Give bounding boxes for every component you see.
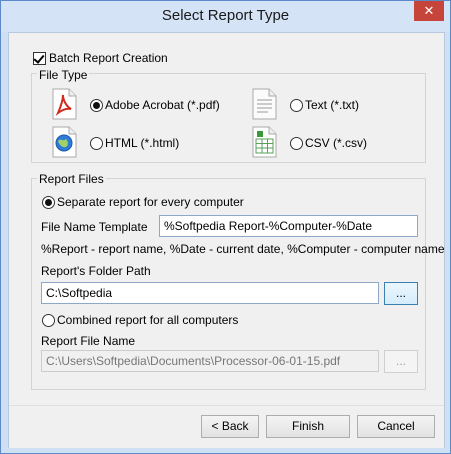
pdf-radio[interactable] xyxy=(90,99,103,112)
html-file-icon xyxy=(52,126,77,158)
radio-dot-icon xyxy=(45,199,52,206)
finish-button[interactable]: Finish xyxy=(266,415,350,438)
cancel-button[interactable]: Cancel xyxy=(357,415,435,438)
dialog-body: Batch Report Creation File Type Adobe Ac… xyxy=(8,32,445,448)
browse-folder-button[interactable]: ... xyxy=(384,282,418,305)
txt-label: Text (*.txt) xyxy=(305,98,360,112)
csv-radio[interactable] xyxy=(290,137,303,150)
radio-dot-icon xyxy=(93,102,100,109)
file-name-template-input[interactable]: %Softpedia Report-%Computer-%Date xyxy=(159,215,418,237)
back-button[interactable]: < Back xyxy=(201,415,259,438)
csv-file-icon xyxy=(252,126,277,158)
report-file-name-input[interactable]: C:\Users\Softpedia\Documents\Processor-0… xyxy=(41,350,379,372)
file-type-legend: File Type xyxy=(37,68,90,82)
dialog-window: Select Report Type ✕ Batch Report Creati… xyxy=(0,0,451,454)
title-bar: Select Report Type ✕ xyxy=(1,1,450,32)
html-radio[interactable] xyxy=(90,137,103,150)
combined-report-radio[interactable] xyxy=(42,314,55,327)
template-hint: %Report - report name, %Date - current d… xyxy=(41,242,445,256)
batch-checkbox[interactable] xyxy=(33,52,46,65)
close-button[interactable]: ✕ xyxy=(414,1,444,21)
browse-file-button[interactable]: ... xyxy=(384,350,418,373)
combined-report-label: Combined report for all computers xyxy=(57,313,239,327)
pdf-file-icon xyxy=(52,88,77,120)
file-name-template-label: File Name Template xyxy=(41,220,148,234)
batch-label: Batch Report Creation xyxy=(49,51,168,65)
folder-path-input[interactable]: C:\Softpedia xyxy=(41,282,379,304)
button-bar: < Back Finish Cancel xyxy=(9,405,444,448)
folder-path-label: Report's Folder Path xyxy=(41,264,151,278)
txt-radio[interactable] xyxy=(290,99,303,112)
check-mark-icon xyxy=(33,52,45,64)
window-title: Select Report Type xyxy=(161,7,290,24)
report-files-legend: Report Files xyxy=(37,172,106,186)
html-label: HTML (*.html) xyxy=(105,136,180,150)
csv-label: CSV (*.csv) xyxy=(305,136,368,150)
text-file-icon xyxy=(252,88,277,120)
pdf-label: Adobe Acrobat (*.pdf) xyxy=(105,98,220,112)
report-file-name-label: Report File Name xyxy=(41,334,136,348)
separate-report-radio[interactable] xyxy=(42,196,55,209)
separate-report-label: Separate report for every computer xyxy=(57,195,244,209)
